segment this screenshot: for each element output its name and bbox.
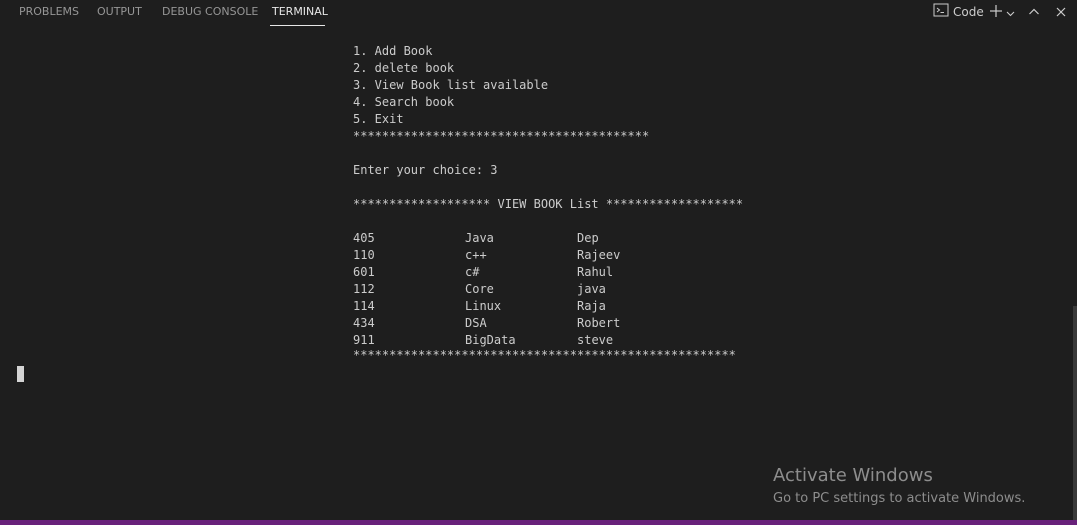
- book-title: c#: [465, 265, 480, 279]
- terminal-panel: PROBLEMS OUTPUT DEBUG CONSOLE TERMINAL C…: [0, 0, 1077, 525]
- chevron-down-icon[interactable]: [1006, 3, 1015, 22]
- book-author: Dep: [577, 231, 599, 245]
- chevron-up-icon: [1028, 3, 1040, 22]
- tab-problems[interactable]: PROBLEMS: [19, 5, 79, 18]
- book-id: 110: [353, 248, 375, 262]
- book-title: Core: [465, 282, 494, 296]
- choice-prompt: Enter your choice: 3: [353, 163, 498, 177]
- book-title: c++: [465, 248, 487, 262]
- terminal-cursor: [17, 366, 24, 382]
- status-bar: [0, 520, 1077, 525]
- terminal-scrollbar[interactable]: [1073, 306, 1077, 520]
- book-id: 405: [353, 231, 375, 245]
- shell-label: Code: [953, 5, 984, 19]
- book-id: 434: [353, 316, 375, 330]
- active-tab-indicator: [270, 25, 325, 26]
- menu-item-exit: 5. Exit: [353, 112, 404, 126]
- book-author: Rahul: [577, 265, 614, 279]
- menu-item-search-book: 4. Search book: [353, 95, 455, 109]
- book-title: DSA: [465, 316, 487, 330]
- plus-icon: [989, 3, 1003, 22]
- activate-windows-title: Activate Windows: [773, 465, 933, 486]
- book-title: Linux: [465, 299, 502, 313]
- panel-tab-bar: PROBLEMS OUTPUT DEBUG CONSOLE TERMINAL C…: [0, 0, 1077, 27]
- book-id: 601: [353, 265, 375, 279]
- menu-item-delete-book: 2. delete book: [353, 61, 455, 75]
- terminal-output[interactable]: 1. Add Book 2. delete book 3. View Book …: [0, 27, 1077, 520]
- book-author: Raja: [577, 299, 606, 313]
- tab-output[interactable]: OUTPUT: [97, 5, 142, 18]
- view-book-list-header: ******************* VIEW BOOK List *****…: [353, 197, 744, 211]
- book-author: Rajeev: [577, 248, 621, 262]
- book-id: 112: [353, 282, 375, 296]
- close-icon: [1055, 3, 1067, 22]
- book-author: java: [577, 282, 606, 296]
- tab-debug-console[interactable]: DEBUG CONSOLE: [162, 5, 258, 18]
- maximize-panel-button[interactable]: [1028, 2, 1040, 22]
- terminal-shell-selector[interactable]: Code: [933, 2, 984, 22]
- menu-item-add-book: 1. Add Book: [353, 44, 433, 58]
- close-panel-button[interactable]: [1055, 2, 1067, 22]
- new-terminal-button[interactable]: [989, 2, 1015, 22]
- activate-windows-subtitle: Go to PC settings to activate Windows.: [773, 491, 1026, 506]
- tab-terminal[interactable]: TERMINAL: [272, 5, 328, 18]
- book-id: 114: [353, 299, 375, 313]
- book-author: Robert: [577, 316, 621, 330]
- book-list-separator: ****************************************…: [353, 348, 736, 362]
- menu-separator: ****************************************…: [353, 129, 650, 143]
- terminal-icon: [933, 2, 949, 22]
- book-title: Java: [465, 231, 494, 245]
- menu-item-view-book-list: 3. View Book list available: [353, 78, 549, 92]
